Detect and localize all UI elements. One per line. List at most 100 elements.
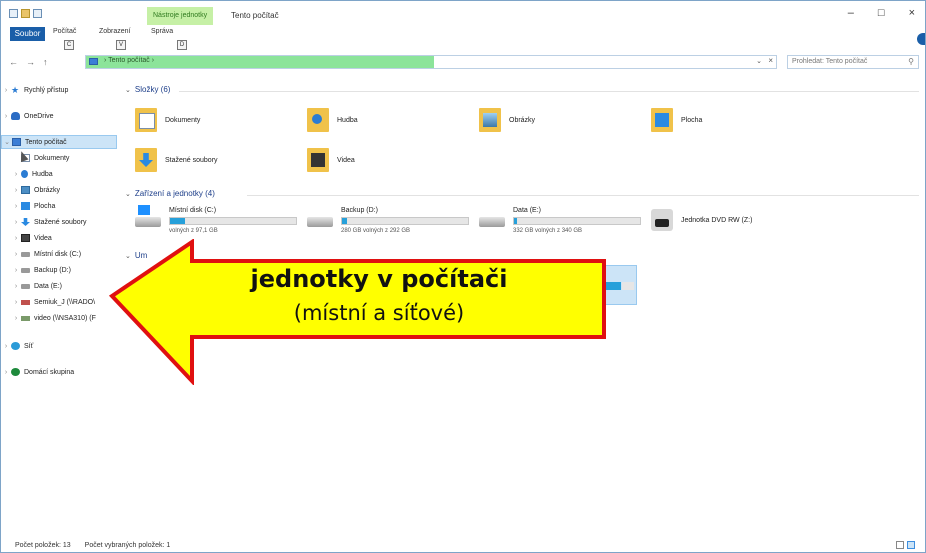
downloads-folder-icon	[135, 148, 157, 172]
context-tab-drive-tools[interactable]: Nástroje jednotky	[147, 7, 214, 25]
drive-usage-fill	[514, 218, 517, 224]
keytip: V	[116, 40, 126, 50]
tab-view[interactable]: Zobrazení	[99, 28, 131, 35]
sidebar-item-onedrive[interactable]: › OneDrive	[1, 109, 121, 123]
sidebar-item-this-pc[interactable]: ⌄ Tento počítač	[1, 135, 117, 149]
chevron-right-icon[interactable]: ›	[11, 267, 21, 274]
sidebar-item-label: Dokumenty	[34, 154, 70, 162]
sidebar-item-label: Videa	[34, 234, 52, 242]
chevron-down-icon[interactable]: ⌄	[125, 190, 131, 198]
pictures-folder-icon	[21, 186, 30, 194]
search-input[interactable]: Prohledat: Tento počítač ⚲	[787, 55, 919, 69]
group-header-devices[interactable]: ⌄ Zařízení a jednotky (4)	[125, 189, 215, 198]
close-icon[interactable]: ×	[768, 56, 773, 65]
chevron-down-icon[interactable]: ⌄	[756, 57, 762, 65]
chevron-down-icon[interactable]: ⌄	[2, 138, 12, 146]
folder-tile-desktop[interactable]: Plocha	[651, 103, 702, 137]
chevron-right-icon[interactable]: ›	[11, 171, 21, 178]
cloud-icon	[11, 112, 20, 120]
details-view-icon[interactable]	[896, 541, 904, 549]
minimize-button[interactable]: –	[848, 7, 854, 19]
folder-tile-downloads[interactable]: Stažené soubory	[135, 143, 218, 177]
chevron-right-icon[interactable]: ›	[1, 87, 11, 94]
folder-tile-pictures[interactable]: Obrázky	[479, 103, 535, 137]
window-title: Tento počítač	[231, 11, 279, 20]
sidebar-item-label: Tento počítač	[25, 138, 67, 146]
search-icon[interactable]: ⚲	[908, 57, 914, 66]
status-bar: Počet položek: 13 Počet vybraných polože…	[1, 537, 925, 553]
sidebar-item-label: Data (E:)	[34, 282, 63, 290]
folder-tile-documents[interactable]: Dokumenty	[135, 103, 200, 137]
properties-icon[interactable]	[9, 8, 18, 18]
up-button[interactable]: ↑	[43, 57, 48, 67]
folder-label: Obrázky	[509, 116, 536, 124]
keytip: D	[177, 40, 187, 50]
chevron-right-icon[interactable]: ›	[11, 187, 21, 194]
chevron-right-icon[interactable]: ›	[1, 369, 11, 376]
help-icon[interactable]	[917, 33, 925, 45]
network-drive-icon	[21, 315, 30, 321]
sidebar-item-network[interactable]: › Síť	[1, 339, 121, 353]
documents-folder-icon	[135, 108, 157, 132]
drive-free-space: 280 GB volných z 292 GB	[341, 228, 411, 234]
drive-tile-dvd[interactable]: Jednotka DVD RW (Z:)	[651, 205, 821, 245]
chevron-right-icon[interactable]: ›	[11, 203, 21, 210]
folder-label: Stažené soubory	[165, 156, 218, 164]
callout-subtitle: (místní a síťové)	[293, 301, 465, 325]
close-button[interactable]: ×	[909, 7, 915, 19]
folder-tile-videos[interactable]: Videa	[307, 143, 355, 177]
drive-icon	[21, 267, 30, 273]
drive-usage-bar	[169, 217, 297, 225]
sidebar-item-documents[interactable]: Dokumenty	[11, 151, 131, 165]
address-bar[interactable]: › Tento počítač › ⌄ ×	[85, 55, 777, 69]
drive-name: Data (E:)	[513, 207, 542, 214]
sidebar-item-label: Hudba	[32, 170, 53, 178]
drive-free-space: volných z 97,1 GB	[169, 228, 218, 234]
maximize-button[interactable]: □	[878, 7, 885, 19]
sidebar-item-quick-access[interactable]: › ★ Rychlý přístup	[1, 83, 121, 97]
drive-name: Backup (D:)	[341, 207, 378, 214]
quick-access-toolbar	[9, 8, 42, 18]
drive-name: Jednotka DVD RW (Z:)	[681, 217, 753, 224]
downloads-folder-icon	[21, 218, 30, 226]
chevron-right-icon[interactable]: ›	[1, 113, 11, 120]
sidebar-item-music[interactable]: › Hudba	[11, 167, 131, 181]
explorer-window: Nástroje jednotky Tento počítač – □ × So…	[0, 0, 926, 553]
sidebar-item-downloads[interactable]: › Stažené soubory	[11, 215, 131, 229]
sidebar-item-homegroup[interactable]: › Domácí skupina	[1, 365, 121, 379]
folder-label: Videa	[337, 156, 355, 164]
forward-button[interactable]: →	[26, 57, 35, 67]
chevron-right-icon[interactable]: ›	[11, 299, 21, 306]
tab-computer[interactable]: Počítač	[53, 28, 76, 35]
sidebar-item-network-drive-semiuk[interactable]: › Semiuk_J (\\RADO\	[11, 295, 121, 309]
chevron-right-icon[interactable]: ›	[11, 251, 21, 258]
chevron-right-icon[interactable]: ›	[1, 343, 11, 350]
chevron-down-icon[interactable]: ⌄	[125, 86, 131, 94]
desktop-folder-icon	[21, 202, 30, 210]
chevron-right-icon[interactable]: ›	[11, 315, 21, 322]
sidebar-item-desktop[interactable]: › Plocha	[11, 199, 131, 213]
large-icons-view-icon[interactable]	[907, 541, 915, 549]
new-folder-icon[interactable]	[21, 8, 30, 18]
group-header-label: Složky (6)	[134, 85, 171, 94]
sidebar-item-network-drive-video[interactable]: › video (\\NSA310) (F	[11, 311, 121, 325]
file-tab[interactable]: Soubor	[10, 27, 45, 41]
chevron-right-icon[interactable]: ›	[11, 235, 21, 242]
callout-title: jednotky v počítači	[250, 265, 508, 293]
status-selected-count: Počet vybraných položek: 1	[84, 542, 171, 549]
chevron-right-icon[interactable]: ›	[11, 283, 21, 290]
folder-label: Dokumenty	[165, 116, 201, 124]
group-header-folders[interactable]: ⌄ Složky (6)	[125, 85, 170, 94]
group-header-label: Zařízení a jednotky (4)	[134, 189, 215, 198]
breadcrumb[interactable]: › Tento počítač ›	[104, 57, 154, 64]
customize-qat-icon[interactable]	[33, 8, 42, 18]
sidebar-item-label: Backup (D:)	[34, 266, 71, 274]
sidebar-item-pictures[interactable]: › Obrázky	[11, 183, 131, 197]
title-bar: Nástroje jednotky Tento počítač – □ ×	[1, 1, 925, 25]
tab-manage[interactable]: Správa	[151, 28, 173, 35]
back-button[interactable]: ←	[9, 57, 18, 67]
folder-tile-music[interactable]: Hudba	[307, 103, 358, 137]
pc-icon	[12, 138, 21, 146]
drive-icon	[307, 217, 333, 227]
chevron-right-icon[interactable]: ›	[11, 219, 21, 226]
